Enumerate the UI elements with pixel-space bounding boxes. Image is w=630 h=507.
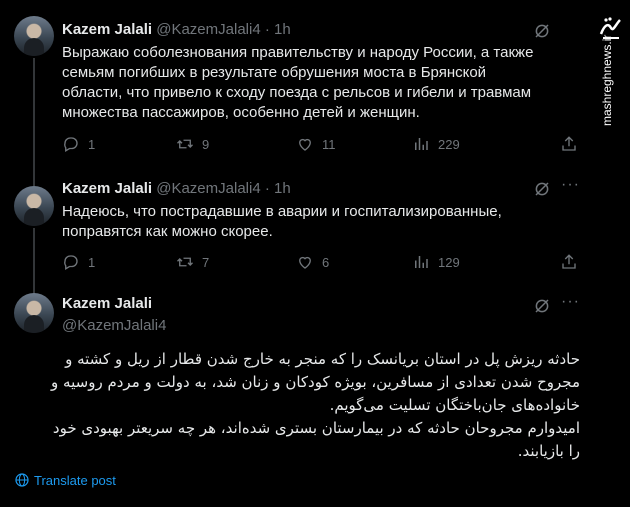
globe-icon xyxy=(15,473,29,487)
main-tweet-paragraph-2: امیدوارم مجروحان حادثه که در بیمارستان ب… xyxy=(52,419,580,460)
tweet-header: Kazem Jalali @KazemJalali4 · 1h xyxy=(62,180,291,197)
tweet-header: Kazem Jalali @KazemJalali4 · 1h xyxy=(62,21,291,38)
reply-count: 1 xyxy=(88,254,96,270)
grok-icon[interactable] xyxy=(533,22,551,40)
share-icon xyxy=(562,136,576,151)
avatar[interactable] xyxy=(14,186,54,226)
views-button[interactable]: 229 xyxy=(412,135,460,153)
like-button[interactable]: 6 xyxy=(296,253,329,271)
view-count: 129 xyxy=(438,254,460,270)
thread-connector xyxy=(33,228,35,288)
translate-post-link[interactable]: Translate post xyxy=(14,472,116,488)
post-time[interactable]: · 1h xyxy=(265,180,291,197)
repost-button[interactable]: 9 xyxy=(176,135,209,153)
repost-button[interactable]: 7 xyxy=(176,253,209,271)
thread-connector xyxy=(33,58,35,170)
like-icon xyxy=(299,256,311,269)
thread-feed: Kazem Jalali @KazemJalali4 · 1h Выражаю … xyxy=(0,0,594,507)
like-count: 6 xyxy=(322,254,330,270)
thread-connector xyxy=(33,170,35,186)
repost-icon xyxy=(177,139,193,149)
like-button[interactable]: 11 xyxy=(296,135,336,153)
repost-count: 9 xyxy=(202,136,210,152)
watermark-strip: mashreghnews.ir xyxy=(594,0,630,507)
views-icon xyxy=(415,138,428,150)
tweet-2[interactable]: Kazem Jalali @KazemJalali4 · 1h ··· Наде… xyxy=(0,170,594,288)
share-button[interactable] xyxy=(560,253,586,271)
reply-button[interactable]: 1 xyxy=(62,253,95,271)
main-tweet-text: حادثه ریزش پل در استان بریانسک را که منج… xyxy=(40,348,580,463)
repost-icon xyxy=(177,257,193,267)
tweet-text: Выражаю соболезнования правительству и н… xyxy=(62,44,534,121)
more-icon[interactable]: ··· xyxy=(561,293,580,311)
tweet-actions: 1 9 11 229 xyxy=(62,134,582,154)
more-icon[interactable]: ··· xyxy=(561,176,580,194)
author-name[interactable]: Kazem Jalali xyxy=(62,295,152,312)
avatar[interactable] xyxy=(14,293,54,333)
views-icon xyxy=(415,256,428,268)
like-count: 11 xyxy=(322,136,336,152)
author-name[interactable]: Kazem Jalali xyxy=(62,180,152,197)
reply-button[interactable]: 1 xyxy=(62,135,95,153)
author-handle[interactable]: @KazemJalali4 xyxy=(62,317,166,334)
reply-icon xyxy=(64,255,78,270)
post-time[interactable]: · 1h xyxy=(265,21,291,38)
reply-icon xyxy=(64,137,78,152)
main-author-name-row: Kazem Jalali xyxy=(62,295,152,312)
share-button[interactable] xyxy=(560,135,586,153)
tweet-1[interactable]: Kazem Jalali @KazemJalali4 · 1h Выражаю … xyxy=(0,0,594,170)
grok-icon[interactable] xyxy=(533,297,551,315)
author-handle[interactable]: @KazemJalali4 xyxy=(156,21,260,38)
view-count: 229 xyxy=(438,136,460,152)
like-icon xyxy=(299,138,311,151)
author-handle[interactable]: @KazemJalali4 xyxy=(156,180,260,197)
main-tweet-paragraph-1: حادثه ریزش پل در استان بریانسک را که منج… xyxy=(51,350,580,414)
main-author-handle-row: @KazemJalali4 xyxy=(62,317,166,334)
watermark-site: mashreghnews.ir xyxy=(600,34,614,126)
share-icon xyxy=(562,254,576,269)
translate-post-label: Translate post xyxy=(34,472,116,488)
grok-icon[interactable] xyxy=(533,180,551,198)
avatar[interactable] xyxy=(14,16,54,56)
views-button[interactable]: 129 xyxy=(412,253,460,271)
author-name[interactable]: Kazem Jalali xyxy=(62,21,152,38)
tweet-actions: 1 7 6 129 xyxy=(62,252,582,272)
tweet-text: Надеюсь, что пострадавшие в аварии и гос… xyxy=(62,203,502,240)
reply-count: 1 xyxy=(88,136,96,152)
repost-count: 7 xyxy=(202,254,210,270)
